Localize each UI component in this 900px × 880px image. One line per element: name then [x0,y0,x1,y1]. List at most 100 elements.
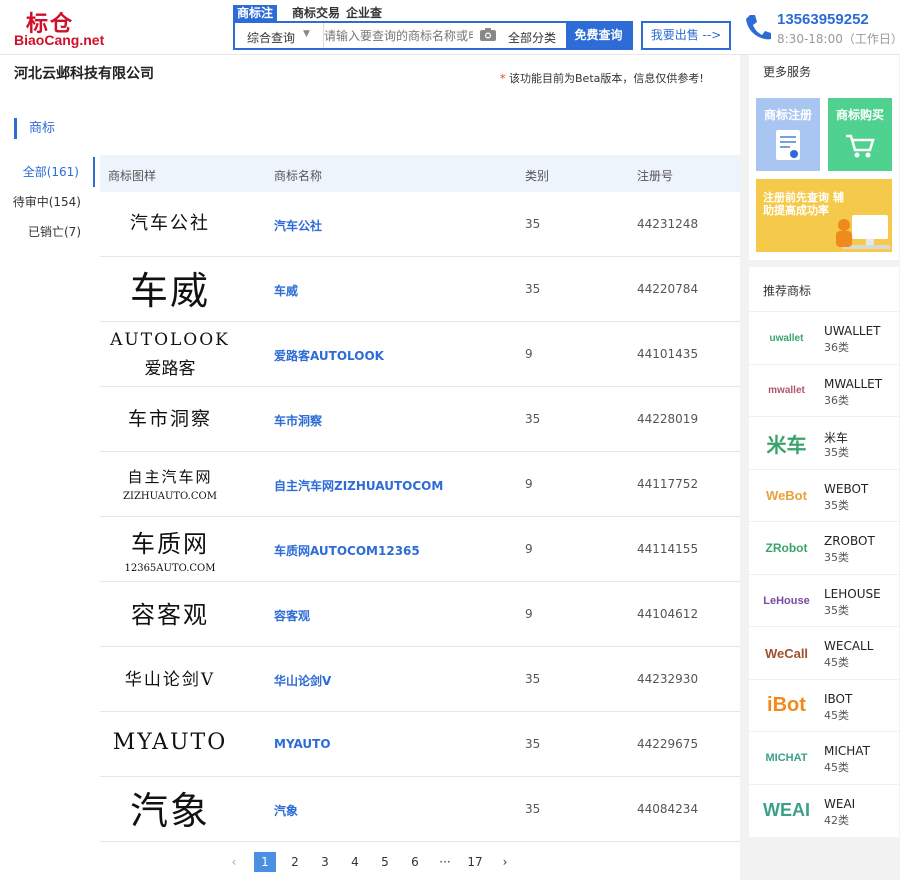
trademark-name[interactable]: 车市洞察 [274,412,322,429]
trademark-image[interactable]: MYAUTO [100,712,240,776]
site-logo[interactable]: 标仓 BiaoCang.net [14,6,114,48]
trademark-name[interactable]: MYAUTO [274,737,331,751]
table-row[interactable]: 华山论剑V 华山论剑V 35 44232930 [100,647,740,712]
page-2[interactable]: 2 [284,852,306,872]
trademark-image[interactable]: AUTOLOOK 爱路客 [100,322,240,386]
trademark-image[interactable]: 车市洞察 [100,387,240,451]
registration-number: 44220784 [637,282,699,296]
trademark-name[interactable]: 车威 [274,282,298,299]
page-1[interactable]: 1 [254,852,276,872]
next-page-button[interactable]: › [494,852,516,872]
recommended-logo: ZRobot [765,541,808,555]
trademark-image[interactable]: 汽车公社 [100,192,240,256]
recommended-item[interactable]: mwallet MWALLET 36类 [749,363,899,416]
recommended-item[interactable]: WeCall WECALL 45类 [749,626,899,678]
trademark-image[interactable]: 汽象 [100,777,240,841]
camera-icon[interactable] [480,28,496,41]
recommended-class: 35类 [824,603,849,617]
trademark-image-text: MYAUTO [112,729,228,755]
trademark-name[interactable]: 华山论剑V [274,672,331,689]
search-input[interactable] [323,23,473,48]
recommended-item[interactable]: uwallet UWALLET 36类 [749,311,899,363]
registration-number: 44104612 [637,607,699,621]
trademark-image-text: 车威 [129,268,210,313]
recommended-logo: MICHAT [765,752,808,764]
page-5[interactable]: 5 [374,852,396,872]
table-row[interactable]: 自主汽车网 ZIZHUAUTO.COM 自主汽车网ZIZHUAUTOCOM 9 4411… [100,452,740,517]
trademark-class: 35 [525,282,541,296]
registration-number: 44114155 [637,542,699,556]
recommended-item[interactable]: iBot IBOT 45类 [749,678,899,731]
trademark-name[interactable]: 容客观 [274,607,310,624]
recommended-class: 36类 [824,393,849,407]
recommended-class: 35类 [824,498,849,512]
trademark-image[interactable]: 自主汽车网 ZIZHUAUTO.COM [100,452,240,516]
recommended-item[interactable]: ZRobot ZROBOT 35类 [749,521,899,573]
page-4[interactable]: 4 [344,852,366,872]
table-row[interactable]: 车市洞察 车市洞察 35 44228019 [100,387,740,452]
search-first-banner[interactable]: 注册前先查询 辅助提高成功率 [756,179,892,252]
trademark-name[interactable]: 车质网AUTOCOM12365 [274,542,420,559]
person-computer-icon [836,215,890,249]
trademark-class: 35 [525,217,541,231]
trademark-class: 35 [525,802,541,816]
table-row[interactable]: 车质网 12365AUTO.COM 车质网AUTOCOM12365 9 44114155 [100,517,740,582]
recommended-item[interactable]: LeHouse LEHOUSE 35类 [749,573,899,626]
register-card[interactable]: 商标注册 [756,98,820,171]
table-row[interactable]: 车威 车威 35 44220784 [100,257,740,322]
trademark-name[interactable]: 汽车公社 [274,217,322,234]
search-box: 综合查询 ▼ 全部分类 免费查询 [233,21,633,50]
category-select[interactable]: 全部分类 [508,29,556,46]
table-row[interactable]: AUTOLOOK 爱路客 爱路客AUTOLOOK 9 44101435 [100,322,740,387]
trademark-image-text: 容客观 [131,600,209,629]
trademark-image[interactable]: 容客观 [100,582,240,646]
recommended-name: IBOT [824,691,853,706]
filter-pending[interactable]: 待审中(154) [0,187,95,217]
col-image: 商标图样 [108,169,157,183]
beta-note: * 该功能目前为Beta版本，信息仅供参考! [500,70,704,86]
recommended-class: 35类 [824,446,849,459]
trademark-name[interactable]: 爱路客AUTOLOOK [274,347,384,364]
trademark-image[interactable]: 华山论剑V [100,647,240,711]
registration-number: 44229675 [637,737,699,751]
search-tab-trademark[interactable]: 商标注 [233,5,278,22]
table-row[interactable]: 汽车公社 汽车公社 35 44231248 [100,192,740,257]
recommended-item[interactable]: MICHAT MICHAT 45类 [749,731,899,783]
col-reg: 注册号 [637,169,674,183]
trademark-name[interactable]: 汽象 [274,802,298,819]
search-mode-select[interactable]: 综合查询 [247,29,295,46]
search-button[interactable]: 免费查询 [566,23,631,48]
page-6[interactable]: 6 [404,852,426,872]
table-row[interactable]: 容客观 容客观 9 44104612 [100,582,740,647]
page-3[interactable]: 3 [314,852,336,872]
chevron-down-icon[interactable]: ▼ [303,29,310,39]
trademark-name[interactable]: 自主汽车网ZIZHUAUTOCOM [274,477,443,494]
table-row[interactable]: MYAUTO MYAUTO 35 44229675 [100,712,740,777]
header: 标仓 BiaoCang.net 商标注 商标交易 企业查 综合查询 ▼ 全部分类… [0,0,900,55]
search-tab-trade[interactable]: 商标交易 [288,5,344,22]
document-icon [776,130,800,160]
trademark-image[interactable]: 车质网 12365AUTO.COM [100,517,240,581]
company-name: 河北云邺科技有限公司 [14,66,154,82]
trademark-class: 35 [525,412,541,426]
filter-expired[interactable]: 已销亡(7) [0,217,95,247]
buy-card[interactable]: 商标购买 [828,98,892,171]
filter-all[interactable]: 全部(161) [0,157,95,187]
trademark-table: 商标图样 商标名称 类别 注册号 汽车公社 汽车公社 35 44231248 车威 车威 3… [100,155,740,842]
registration-number: 44232930 [637,672,699,686]
recommended-name: ZROBOT [824,534,875,548]
recommended-item[interactable]: 米车 米车 35类 [749,416,899,468]
more-services: 更多服务 商标注册 商标购买 注册前先查询 辅助提高成功率 [749,55,899,260]
recommended-item[interactable]: WeBot WEBOT 35类 [749,468,899,521]
table-row[interactable]: 汽象 汽象 35 44084234 [100,777,740,842]
sell-button[interactable]: 我要出售 --> [641,21,731,50]
recommended-name: WECALL [824,639,874,653]
trademark-image-text: 华山论剑V [124,669,216,690]
trademark-image-text: 自主汽车网 [127,468,213,486]
trademark-image-text: 汽车公社 [130,213,210,234]
search-tab-company[interactable]: 企业查 [342,5,386,22]
recommended-item[interactable]: WEAI WEAI 42类 [749,783,899,836]
trademark-image[interactable]: 车威 [100,257,240,321]
page-17[interactable]: 17 [464,852,486,872]
prev-page-button[interactable]: ‹ [223,852,245,872]
